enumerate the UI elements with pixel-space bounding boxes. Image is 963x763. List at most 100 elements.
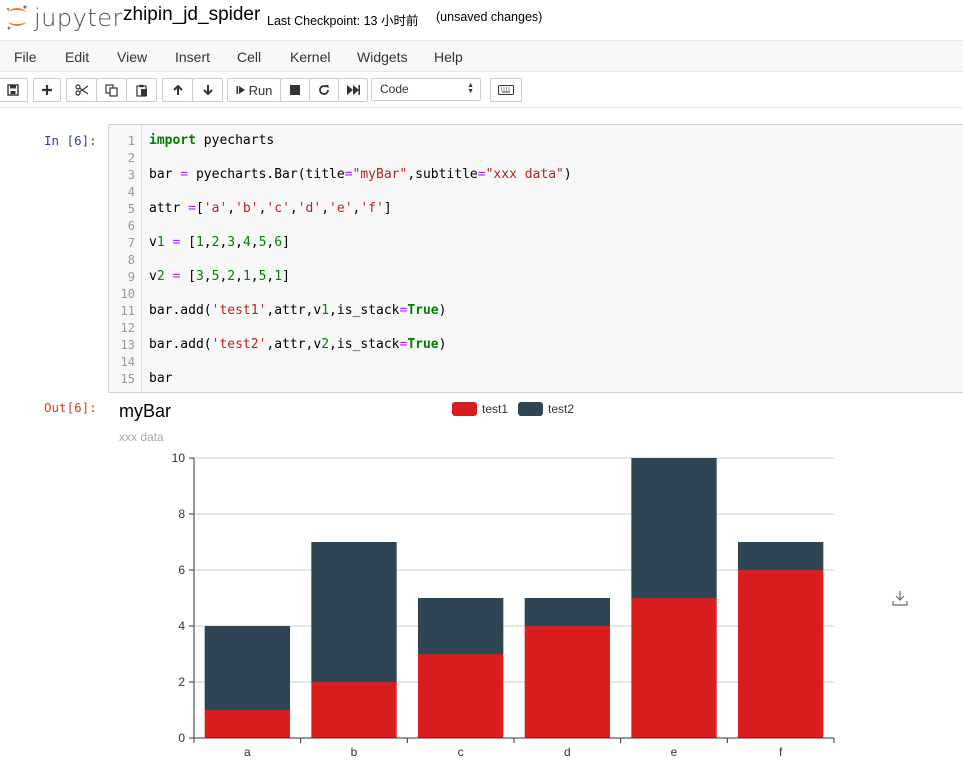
restart-icon [319,85,329,95]
x-tick-label: d [564,745,571,759]
interrupt-button[interactable] [280,78,310,102]
bar-test2-b [311,542,397,682]
menu-widgets[interactable]: Widgets [357,49,408,65]
line-number-gutter: 1 2 3 4 5 6 7 8 9 10 11 12 13 14 15 [109,125,142,392]
code-line: bar.add('test2',attr,v2,is_stack=True) [149,337,447,352]
legend-swatch [452,402,477,416]
line-number: 3 [127,168,135,182]
line-number: 6 [127,219,135,233]
code-line: bar [149,371,173,386]
code-line: import pyecharts [149,133,275,148]
legend-label: test1 [482,402,509,416]
line-number: 7 [127,236,135,250]
jupyter-logo[interactable]: jupyter [4,3,122,32]
menu-file[interactable]: File [14,49,37,65]
restart-run-all-button[interactable] [338,78,368,102]
y-tick-label: 6 [178,563,185,577]
code-line: bar.add('test1',attr,v1,is_stack=True) [149,303,447,318]
copy-icon [105,83,118,97]
chart-subtitle: xxx data [119,430,164,444]
bar-test1-f [738,570,824,738]
code-line: v1 = [1,2,3,4,5,6] [149,235,290,250]
chart-title: myBar [119,401,172,421]
jupyter-logo-icon [6,5,27,30]
save-button[interactable] [0,78,28,102]
arrow-down-icon [202,85,213,96]
output-prompt: Out[6]: [44,400,97,415]
stop-icon [290,85,300,95]
line-number: 12 [120,321,135,335]
paste-icon [135,84,147,97]
download-icon [892,591,908,606]
bar-test2-a [204,626,290,710]
fast-forward-icon [346,85,360,95]
menu-edit[interactable]: Edit [65,49,89,65]
notebook-name[interactable]: zhipin_jd_spider [123,4,260,26]
line-number: 1 [127,134,135,148]
menu-view[interactable]: View [117,49,147,65]
arrow-up-icon [172,84,183,95]
save-as-image-button[interactable] [892,590,908,606]
line-number: 8 [127,253,135,267]
cell-type-value: Code [380,82,409,96]
y-tick-label: 8 [178,507,185,521]
line-number: 5 [127,202,135,216]
insert-cell-button[interactable] [33,78,61,102]
x-tick-label: b [351,745,358,759]
copy-button[interactable] [96,78,127,102]
y-tick-label: 4 [178,619,185,633]
cut-button[interactable] [66,78,97,102]
menu-help[interactable]: Help [434,49,463,65]
code-line: attr =['a','b','c','d','e','f'] [149,201,392,216]
line-number: 4 [127,185,135,199]
move-down-button[interactable] [192,78,223,102]
toolbar: Run Code ▲ ▼ [0,72,963,108]
bar-test1-d [524,626,610,738]
checkpoint-status: Last Checkpoint: 13 小时前 [267,14,419,28]
menu-kernel[interactable]: Kernel [290,49,330,65]
legend-swatch [518,402,543,416]
legend-item-test1[interactable]: test1 [452,402,508,416]
menu-insert[interactable]: Insert [175,49,210,65]
menu-cell[interactable]: Cell [237,49,261,65]
y-tick-label: 2 [178,675,185,689]
line-number: 10 [120,287,135,301]
step-forward-icon [236,86,245,94]
bar-test2-d [524,598,610,626]
x-tick-label: a [244,745,251,759]
line-number: 9 [127,270,135,284]
code-line: bar = pyecharts.Bar(title="myBar",subtit… [149,167,572,182]
bar-test1-b [311,682,397,738]
x-tick-label: e [671,745,678,759]
notebook-header: jupyter zhipin_jd_spider Last Checkpoint… [0,0,963,40]
bar-test1-c [418,654,504,738]
cell-type-select[interactable]: Code ▲ ▼ [371,78,481,101]
code-cell-editor[interactable]: 1 2 3 4 5 6 7 8 9 10 11 12 13 14 15 impo… [108,124,963,393]
bar-test1-e [631,598,717,738]
legend-item-test2[interactable]: test2 [518,402,574,416]
line-number: 15 [120,372,135,386]
y-tick-label: 0 [178,731,185,745]
plus-icon [42,85,52,95]
keyboard-icon [498,85,514,95]
logo-text: jupyter [34,4,123,32]
unsaved-indicator: (unsaved changes) [436,10,543,24]
legend-label: test2 [548,402,575,416]
input-prompt: In [6]: [44,133,97,148]
run-button[interactable]: Run [227,78,281,102]
line-number: 11 [120,304,135,318]
restart-button[interactable] [309,78,339,102]
cut-icon [74,84,88,96]
bar-test2-f [738,542,824,570]
y-tick-label: 10 [172,451,186,465]
x-tick-label: f [779,745,783,759]
paste-button[interactable] [126,78,157,102]
move-up-button[interactable] [162,78,193,102]
select-caret-icon: ▲ ▼ [467,82,474,95]
line-number: 2 [127,151,135,165]
line-number: 13 [120,338,135,352]
save-icon [7,84,19,96]
bar-test2-c [418,598,504,654]
command-palette-button[interactable] [490,78,522,102]
menubar: File Edit View Insert Cell Kernel Widget… [0,40,963,72]
